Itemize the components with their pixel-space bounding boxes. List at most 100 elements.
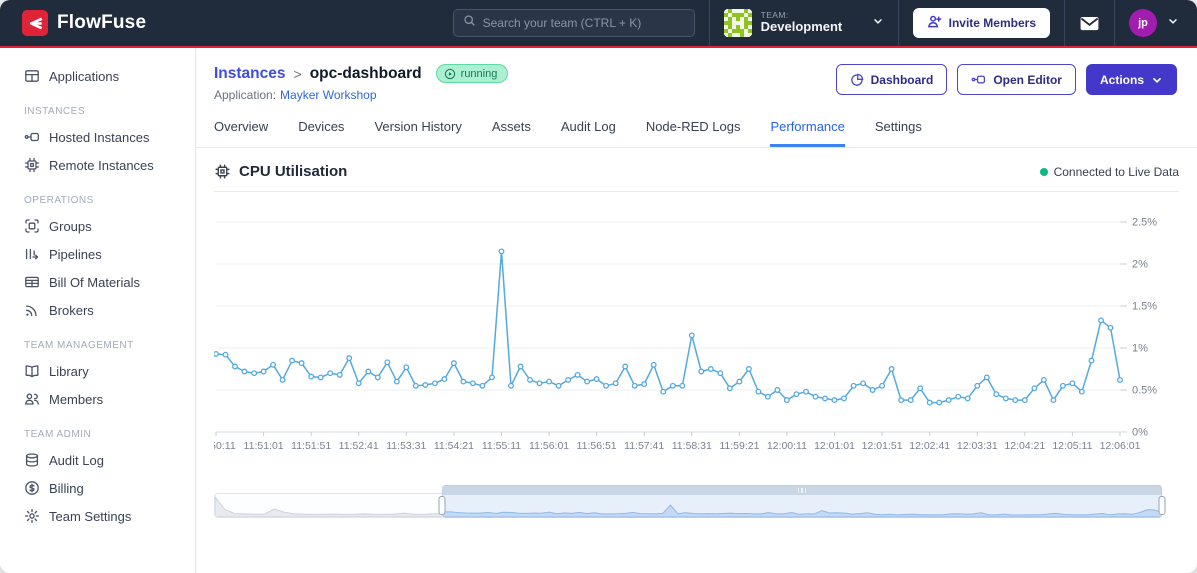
svg-text:1.5%: 1.5% xyxy=(1132,301,1157,313)
chevron-down-icon xyxy=(1151,74,1163,86)
bill-of-materials-icon xyxy=(24,274,40,290)
live-status: Connected to Live Data xyxy=(1039,165,1179,179)
brush-handle-right[interactable] xyxy=(1158,496,1166,515)
svg-text:11:56:01: 11:56:01 xyxy=(529,440,569,452)
top-navbar: FlowFuse TEAM: Development xyxy=(0,0,1197,46)
brush-drag-bar[interactable] xyxy=(443,486,1161,495)
application-link[interactable]: Mayker Workshop xyxy=(280,88,376,102)
brand[interactable]: FlowFuse xyxy=(22,10,146,36)
sidebar-item-remote-instances[interactable]: Remote Instances xyxy=(0,151,195,179)
sidebar-item-members[interactable]: Members xyxy=(0,385,195,413)
sidebar-item-library[interactable]: Library xyxy=(0,357,195,385)
sidebar-item-label: Bill Of Materials xyxy=(49,274,141,290)
tab-devices[interactable]: Devices xyxy=(298,119,344,147)
live-status-dot xyxy=(1039,167,1048,176)
svg-text:1%: 1% xyxy=(1132,343,1148,355)
sidebar-item-billing[interactable]: Billing xyxy=(0,474,195,502)
breadcrumb-instances-link[interactable]: Instances xyxy=(214,65,286,83)
sidebar: Applications INSTANCES Hosted Instances Rem… xyxy=(0,48,196,573)
svg-text:2%: 2% xyxy=(1132,259,1148,271)
sidebar-section-header-team-admin: TEAM ADMIN xyxy=(24,429,92,440)
tab-settings[interactable]: Settings xyxy=(875,119,922,147)
svg-text:12:02:41: 12:02:41 xyxy=(909,440,950,452)
brush-selection[interactable] xyxy=(442,485,1162,518)
svg-text:11:57:41: 11:57:41 xyxy=(624,440,664,452)
dashboard-button-label: Dashboard xyxy=(870,72,934,87)
svg-text:12:00:11: 12:00:11 xyxy=(767,440,807,452)
svg-text:11:50:11: 11:50:11 xyxy=(214,440,236,452)
open-editor-button[interactable]: Open Editor xyxy=(957,64,1076,95)
time-range-selector[interactable] xyxy=(214,485,1166,518)
sidebar-item-brokers[interactable]: Brokers xyxy=(0,296,195,324)
svg-text:11:55:11: 11:55:11 xyxy=(482,440,521,452)
sidebar-item-team-settings[interactable]: Team Settings xyxy=(0,502,195,530)
brokers-icon xyxy=(24,302,40,318)
tab-assets[interactable]: Assets xyxy=(492,119,531,147)
main-content: Instances > opc-dashboard running Applic… xyxy=(196,48,1197,573)
team-settings-icon xyxy=(24,508,40,524)
chart-title: CPU Utilisation xyxy=(239,163,348,180)
application-label: Application: xyxy=(214,88,277,102)
chart-header: CPU Utilisation Connected to Live Data xyxy=(214,163,1179,192)
navbar-divider xyxy=(897,0,899,46)
user-menu[interactable]: jp xyxy=(1129,9,1179,37)
search-icon xyxy=(463,14,476,32)
svg-text:2.5%: 2.5% xyxy=(1132,217,1157,229)
invite-members-label: Invite Members xyxy=(948,16,1036,30)
cpu-line-chart-svg: 0% 0.5% 1% 1.5% 2% 2.5% 11:50:11 11:51:01 11:51:… xyxy=(196,217,1157,453)
chevron-down-icon xyxy=(1167,14,1179,32)
dashboard-button[interactable]: Dashboard xyxy=(835,64,948,95)
chevron-down-icon xyxy=(872,14,884,32)
sidebar-item-label: Applications xyxy=(49,68,120,84)
cpu-chip-icon xyxy=(214,163,231,180)
team-search[interactable] xyxy=(452,9,695,37)
billing-icon xyxy=(24,480,40,496)
brush-unselected-area[interactable] xyxy=(214,493,442,518)
sidebar-item-label: Billing xyxy=(49,480,84,496)
sidebar-item-applications[interactable]: Applications xyxy=(0,62,195,90)
svg-text:11:56:51: 11:56:51 xyxy=(577,440,617,452)
sidebar-section-header-operations: OPERATIONS xyxy=(24,195,94,206)
svg-text:11:51:01: 11:51:01 xyxy=(244,440,284,452)
flowfuse-logo-icon xyxy=(22,10,48,36)
sidebar-item-label: Members xyxy=(49,391,104,407)
brush-handle-left[interactable] xyxy=(438,496,446,515)
svg-text:0%: 0% xyxy=(1132,427,1148,439)
sidebar-item-label: Hosted Instances xyxy=(49,129,150,145)
sidebar-item-hosted-instances[interactable]: Hosted Instances xyxy=(0,123,195,151)
tab-node-red-logs[interactable]: Node-RED Logs xyxy=(646,119,741,147)
svg-text:12:06:01: 12:06:01 xyxy=(1100,440,1141,452)
tab-overview[interactable]: Overview xyxy=(214,119,268,147)
invite-members-button[interactable]: Invite Members xyxy=(912,8,1050,38)
sidebar-item-label: Groups xyxy=(49,218,92,234)
team-name: Development xyxy=(760,19,843,35)
page-header: Instances > opc-dashboard running Applic… xyxy=(214,48,1179,102)
mail-icon[interactable] xyxy=(1079,13,1100,34)
actions-button[interactable]: Actions xyxy=(1085,64,1177,95)
search-input[interactable] xyxy=(482,16,685,30)
sidebar-item-pipelines[interactable]: Pipelines xyxy=(0,240,195,268)
team-selector[interactable]: TEAM: Development xyxy=(723,9,884,37)
brand-name: FlowFuse xyxy=(57,12,147,33)
audit-log-icon xyxy=(24,452,40,468)
status-badge: running xyxy=(435,64,509,83)
sidebar-item-label: Library xyxy=(49,363,89,379)
sidebar-item-bill-of-materials[interactable]: Bill Of Materials xyxy=(0,268,195,296)
svg-text:12:01:01: 12:01:01 xyxy=(814,440,855,452)
applications-icon xyxy=(24,68,40,84)
sidebar-item-audit-log[interactable]: Audit Log xyxy=(0,446,195,474)
sidebar-item-groups[interactable]: Groups xyxy=(0,212,195,240)
svg-text:11:59:21: 11:59:21 xyxy=(719,440,759,452)
members-icon xyxy=(24,391,40,407)
tab-audit-log[interactable]: Audit Log xyxy=(561,119,616,147)
user-avatar: jp xyxy=(1129,9,1157,37)
header-buttons: Dashboard Open Editor Actions xyxy=(835,64,1177,95)
tab-performance[interactable]: Performance xyxy=(770,119,845,147)
svg-text:12:03:31: 12:03:31 xyxy=(957,440,998,452)
hosted-instances-icon xyxy=(24,129,40,145)
pipelines-icon xyxy=(24,246,40,262)
sidebar-item-label: Pipelines xyxy=(49,246,102,262)
tab-version-history[interactable]: Version History xyxy=(374,119,461,147)
sidebar-item-label: Team Settings xyxy=(49,508,132,524)
navbar-divider xyxy=(1064,0,1065,46)
